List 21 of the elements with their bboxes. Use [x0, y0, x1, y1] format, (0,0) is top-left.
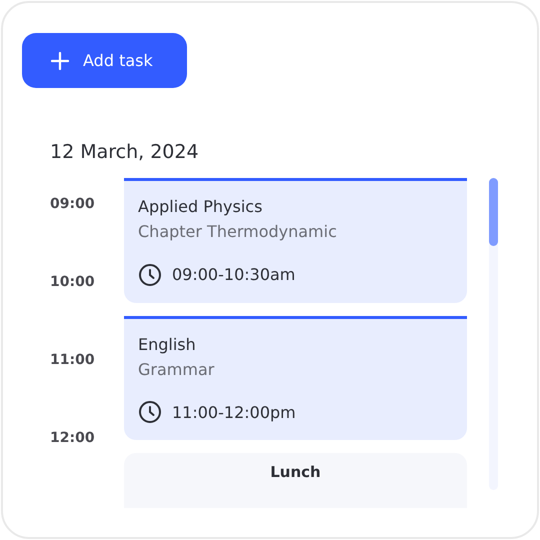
time-label: 11:00: [50, 352, 95, 368]
clock-icon: [138, 262, 162, 287]
clock-icon: [138, 400, 162, 424]
event-time: 11:00-12:00pm: [172, 402, 296, 422]
plus-icon: [51, 52, 69, 70]
event-title: English: [138, 334, 196, 354]
event-subtitle: Chapter Thermodynamic: [138, 222, 337, 241]
event-card[interactable]: English Grammar 11:00-12:00pm: [124, 316, 467, 440]
add-task-button[interactable]: Add task: [22, 33, 187, 88]
event-time: 09:00-10:30am: [172, 265, 296, 284]
break-card[interactable]: Lunch: [124, 453, 467, 508]
time-label: 10:00: [50, 274, 95, 290]
scroll-thumb[interactable]: [489, 178, 498, 246]
scrollbar[interactable]: [489, 178, 498, 490]
event-card[interactable]: Applied Physics Chapter Thermodynamic 09:00-10:30am: [124, 178, 467, 303]
time-label: 12:00: [50, 430, 95, 446]
event-subtitle: Grammar: [138, 360, 214, 379]
event-title: Applied Physics: [138, 197, 262, 216]
time-label: 09:00: [50, 196, 95, 212]
break-title: Lunch: [270, 463, 321, 482]
date-heading: 12 March, 2024: [50, 141, 200, 163]
